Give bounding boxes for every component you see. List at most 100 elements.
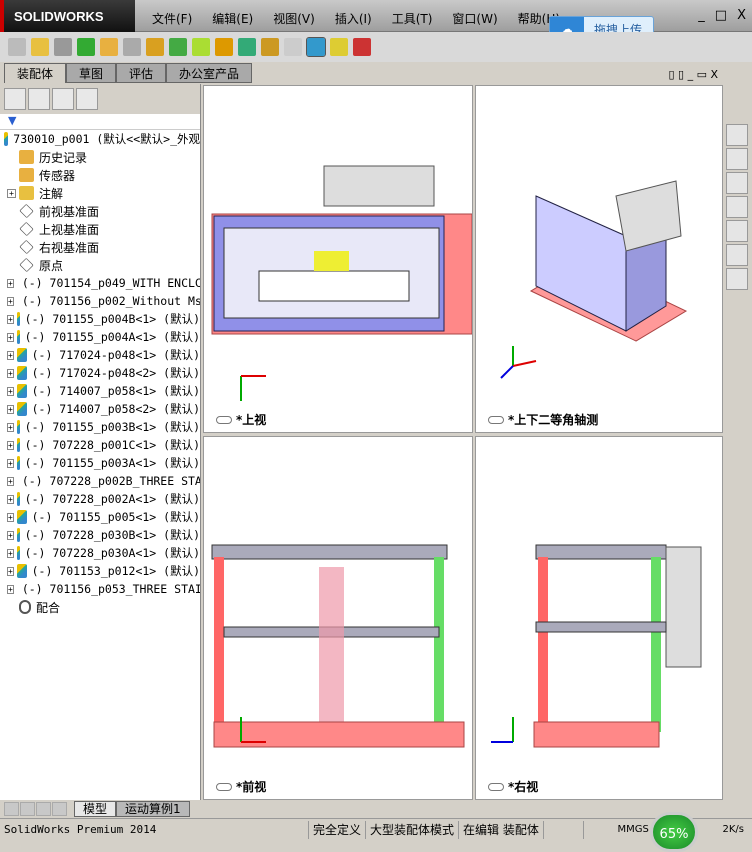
menu-insert[interactable]: 插入(I) [335,10,372,27]
large-assembly-icon[interactable] [330,38,348,56]
expand-icon[interactable]: + [7,332,14,342]
tree-component[interactable]: + (-) 701154_p049_WITH ENCLC [0,274,200,292]
first-tab-icon[interactable] [4,802,19,816]
tree-component[interactable]: + (-) 707228_p001C<1> (默认) [0,436,200,454]
tree-component[interactable]: + (-) 701155_p005<1> (默认) [0,508,200,526]
expand-icon[interactable]: + [7,566,14,576]
tree-component[interactable]: + (-) 707228_p002B_THREE STA [0,472,200,490]
snapshot-icon[interactable] [353,38,371,56]
explode-line-icon[interactable] [284,38,302,56]
smart-fastener-icon[interactable] [100,38,118,56]
tree-component[interactable]: + (-) 717024-p048<1> (默认) [0,346,200,364]
maximize-icon[interactable]: □ [715,8,727,23]
prev-tab-icon[interactable] [20,802,35,816]
tree-item[interactable]: 右视基准面 [0,238,200,256]
move-component-icon[interactable] [123,38,141,56]
expand-icon[interactable]: + [7,440,14,450]
viewport-front[interactable]: *前视 [203,436,473,800]
expand-icon[interactable]: + [7,548,14,558]
assembly-features-icon[interactable] [169,38,187,56]
minimize-icon[interactable]: _ [698,8,705,23]
home-icon[interactable] [726,148,748,170]
tab-motion-study-1[interactable]: 运动算例1 [116,801,190,817]
status-units[interactable]: MMGS [582,820,653,839]
new-motion-study-icon[interactable] [215,38,233,56]
expand-icon[interactable]: + [7,296,14,306]
solidworks-resources-icon[interactable] [726,124,748,146]
viewport-isometric[interactable]: ▯ ▯ _ ▭ X *上下二等角轴测 [475,68,723,433]
tree-component[interactable]: + (-) 701155_p004A<1> (默认) [0,328,200,346]
expand-icon[interactable]: + [7,350,14,360]
menu-tools[interactable]: 工具(T) [392,10,433,27]
linear-pattern-icon[interactable] [77,38,95,56]
menu-file[interactable]: 文件(F) [152,10,192,27]
menu-edit[interactable]: 编辑(E) [212,10,253,27]
expand-icon[interactable]: + [7,314,14,324]
tree-component[interactable]: + (-) 701155_p003B<1> (默认) [0,418,200,436]
appearances-icon[interactable] [726,244,748,266]
tree-root[interactable]: 730010_p001 (默认<<默认>_外观 [0,130,200,148]
file-explorer-icon[interactable] [726,196,748,218]
design-library-icon[interactable] [726,172,748,194]
tab-model[interactable]: 模型 [74,801,117,817]
tree-item[interactable]: 历史记录 [0,148,200,166]
display-manager-tab-icon[interactable] [76,88,98,110]
tree-component[interactable]: + (-) 714007_p058<1> (默认) [0,382,200,400]
last-tab-icon[interactable] [52,802,67,816]
tree-component[interactable]: + (-) 701156_p002_Without Ms [0,292,200,310]
reference-geometry-icon[interactable] [192,38,210,56]
property-manager-tab-icon[interactable] [28,88,50,110]
expand-icon[interactable]: + [7,458,14,468]
view-palette-icon[interactable] [726,220,748,242]
menu-window[interactable]: 窗口(W) [452,10,497,27]
tab-office-products[interactable]: 办公室产品 [166,63,253,83]
tree-mates[interactable]: 配合 [0,598,200,616]
menu-view[interactable]: 视图(V) [273,10,315,27]
tab-evaluate[interactable]: 评估 [116,63,167,83]
viewport-right[interactable]: *右视 [475,436,723,800]
expand-icon[interactable]: + [7,422,14,432]
bill-of-materials-icon[interactable] [238,38,256,56]
tree-item[interactable]: 传感器 [0,166,200,184]
tree-component[interactable]: + (-) 707228_p030A<1> (默认) [0,544,200,562]
tree-component[interactable]: + (-) 714007_p058<2> (默认) [0,400,200,418]
tree-item[interactable]: 前视基准面 [0,202,200,220]
tree-item[interactable]: 原点 [0,256,200,274]
expand-icon[interactable]: + [7,530,14,540]
tree-component[interactable]: + (-) 701153_p012<1> (默认) [0,562,200,580]
tree-component[interactable]: + (-) 707228_p002A<1> (默认) [0,490,200,508]
tree-component[interactable]: + (-) 701156_p053_THREE STAI [0,580,200,598]
viewport-window-controls[interactable]: ▯ ▯ _ ▭ X [668,68,718,81]
tree-component[interactable]: + (-) 707228_p030B<1> (默认) [0,526,200,544]
tree-component[interactable]: + (-) 717024-p048<2> (默认) [0,364,200,382]
tree-component[interactable]: + (-) 701155_p004B<1> (默认) [0,310,200,328]
filter-icon[interactable]: ▼ [0,114,200,130]
new-part-icon[interactable] [31,38,49,56]
feature-tree-tab-icon[interactable] [4,88,26,110]
exploded-view-icon[interactable] [261,38,279,56]
expand-icon[interactable]: + [7,278,14,288]
next-tab-icon[interactable] [36,802,51,816]
tree-item[interactable]: 上视基准面 [0,220,200,238]
expand-icon[interactable]: + [7,584,14,594]
tree-item[interactable]: + 注解 [0,184,200,202]
tab-sketch[interactable]: 草图 [66,63,117,83]
instant3d-icon[interactable] [306,37,326,57]
show-hidden-icon[interactable] [146,38,164,56]
tree-component[interactable]: + (-) 701155_p003A<1> (默认) [0,454,200,472]
tab-assembly[interactable]: 装配体 [4,63,67,83]
configuration-tab-icon[interactable] [52,88,74,110]
custom-properties-icon[interactable] [726,268,748,290]
expand-icon[interactable]: + [7,512,14,522]
expand-icon[interactable]: + [7,476,14,486]
insert-component-icon[interactable] [8,38,26,56]
viewport-top[interactable]: *上视 [203,85,473,433]
mate-icon[interactable] [54,38,72,56]
expand-icon[interactable]: + [7,494,14,504]
expand-icon[interactable]: + [7,404,14,414]
expand-icon[interactable]: + [7,386,14,396]
close-icon[interactable]: X [737,8,746,23]
expand-icon[interactable]: + [7,368,14,378]
component-icon [16,546,20,560]
expand-icon[interactable]: + [7,188,16,198]
